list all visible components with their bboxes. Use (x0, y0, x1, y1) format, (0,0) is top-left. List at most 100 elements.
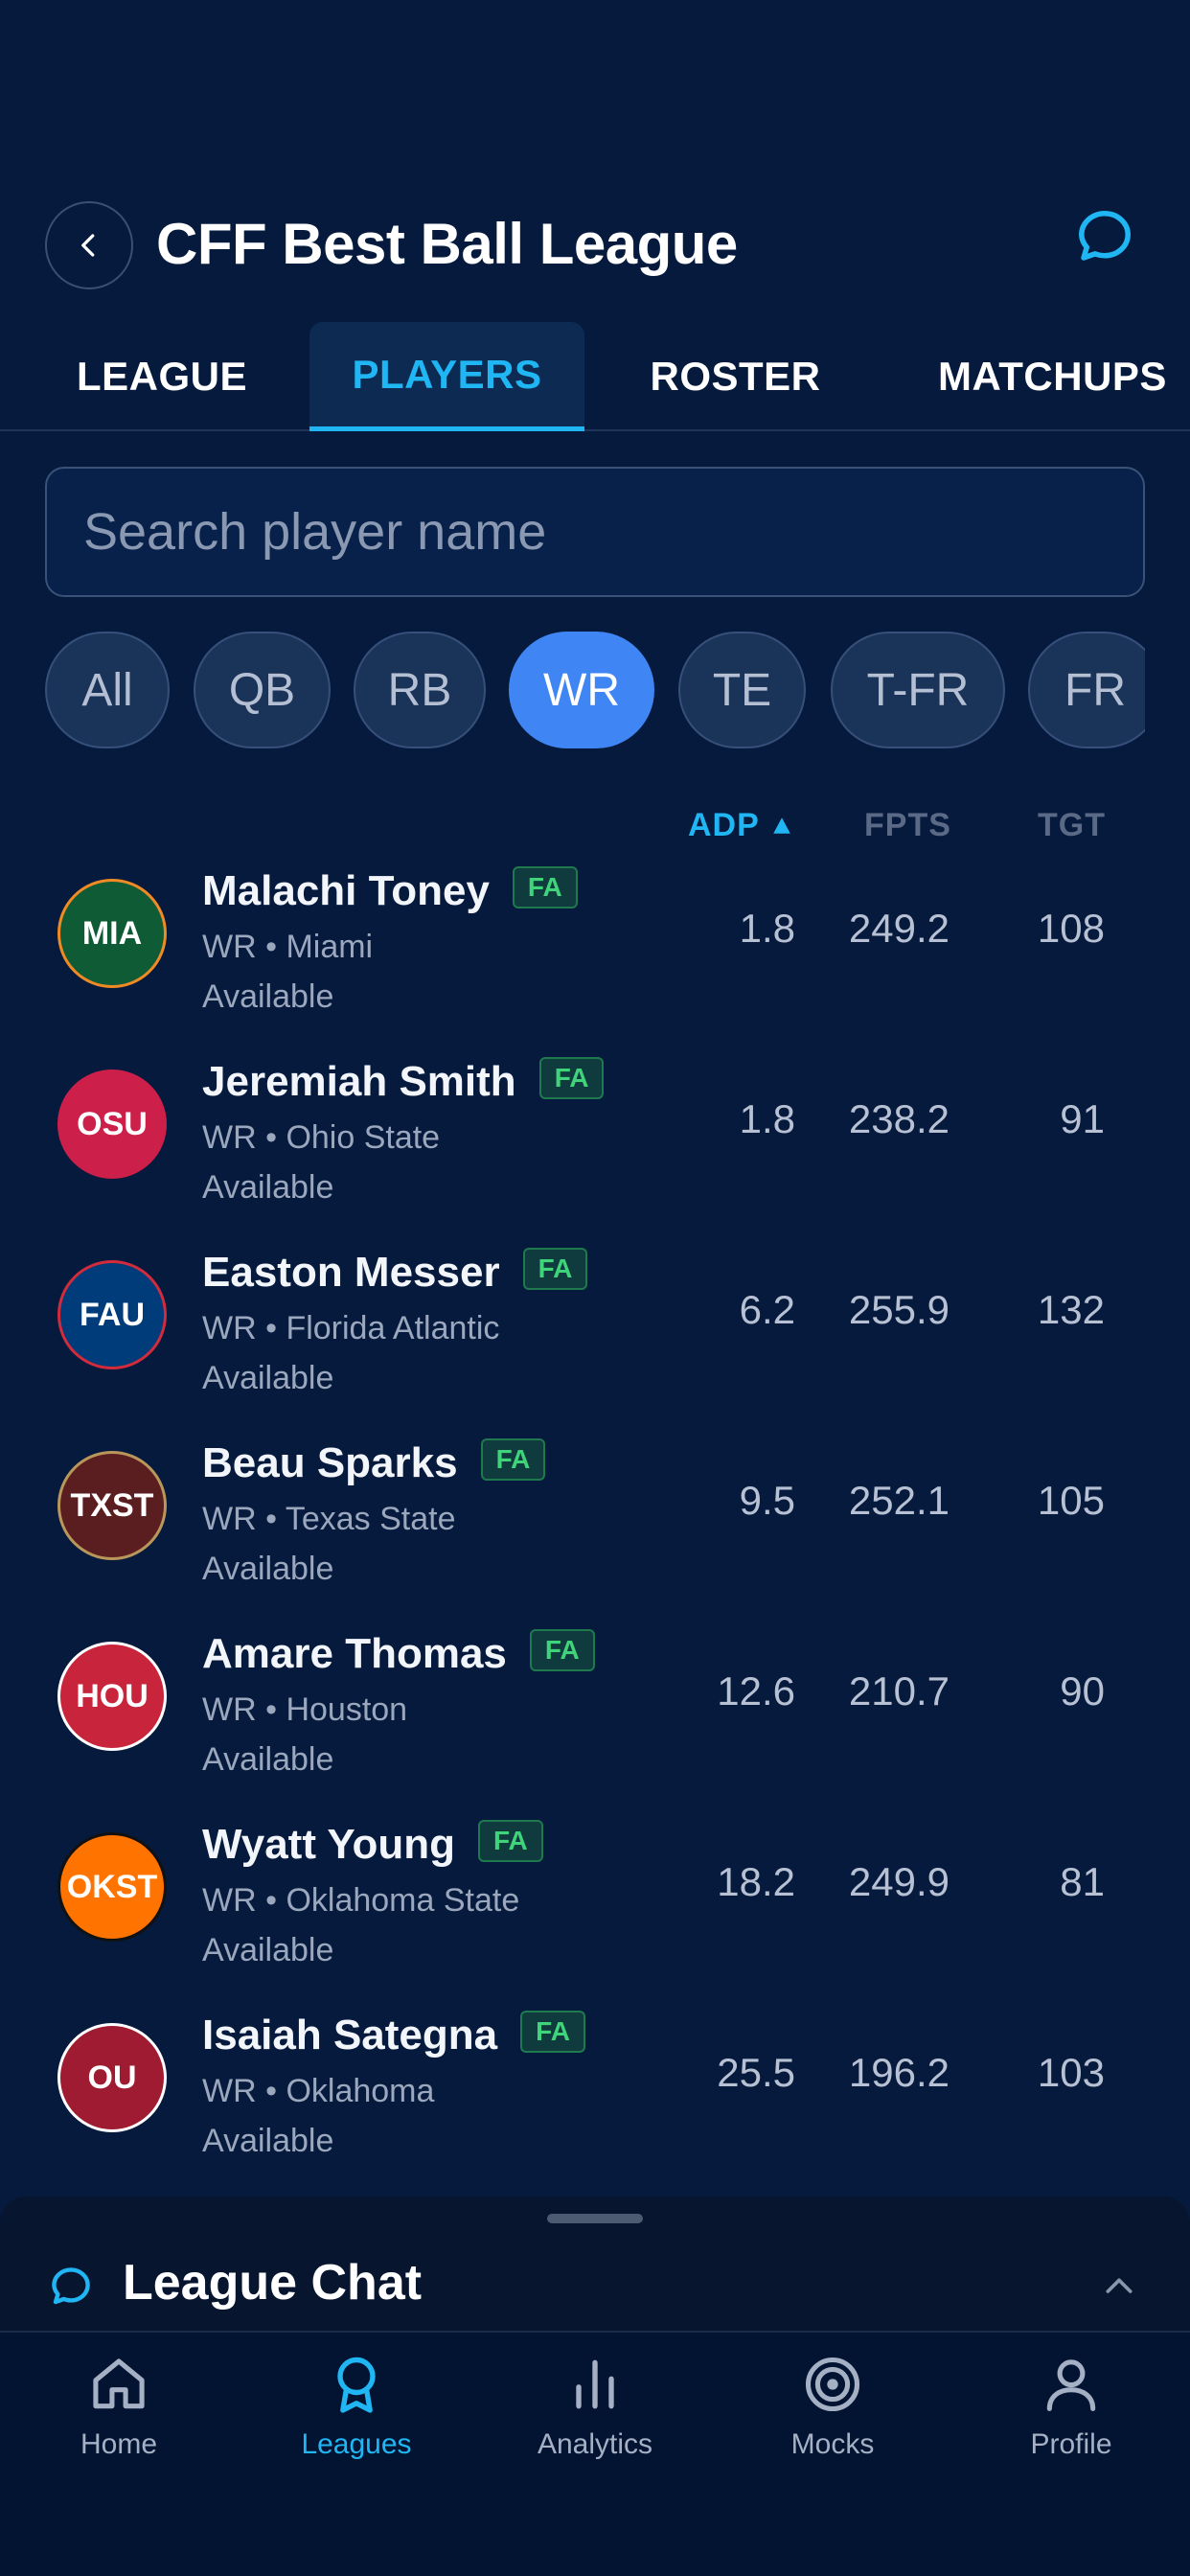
stat-adp: 12.6 (717, 1668, 795, 1714)
player-position-team: WR • Oklahoma (202, 2073, 435, 2109)
player-position-team: WR • Florida Atlantic (202, 1310, 500, 1346)
app-root: CFF Best Ball League LEAGUE PLAYERS ROST… (0, 0, 1190, 2576)
stat-tgt: 81 (1060, 1859, 1105, 1904)
tab-matchups[interactable]: MATCHUPS (915, 322, 1190, 431)
stat-tgt: 91 (1060, 1096, 1105, 1141)
column-header-tgt[interactable]: TGT (1038, 807, 1106, 844)
stat-adp: 6.2 (739, 1287, 795, 1332)
stat-adp: 25.5 (717, 2050, 795, 2095)
tab-roster[interactable]: ROSTER (632, 322, 838, 431)
free-agent-badge: FA (522, 1248, 588, 1291)
player-status: Available (202, 1932, 334, 1968)
nav-label-home: Home (80, 2428, 158, 2460)
league-chat-title: League Chat (123, 2255, 423, 2311)
sort-ascending-icon (772, 816, 790, 834)
chat-bubble-icon (52, 2267, 90, 2305)
player-name-line: Malachi Toney FA (202, 866, 578, 915)
chevron-left-icon (81, 234, 95, 257)
free-agent-badge: FA (480, 1438, 546, 1482)
player-status: Available (202, 1551, 334, 1587)
stat-adp: 1.8 (739, 1096, 795, 1141)
team-logo: OSU (57, 1070, 167, 1179)
player-status: Available (202, 1169, 334, 1206)
bottom-nav: Home Leagues Analytics Mocks Profile (0, 2331, 1190, 2576)
home-icon (93, 2358, 145, 2409)
team-logo: TXST (57, 1451, 167, 1560)
team-logo: FAU (57, 1260, 167, 1369)
stat-fpts: 210.7 (848, 1668, 950, 1714)
chip-wr[interactable]: WR (509, 632, 654, 748)
player-row[interactable]: OKST Wyatt Young FA WR • Oklahoma State A… (0, 1809, 1190, 2000)
stat-fpts: 238.2 (848, 1096, 950, 1141)
chevron-up-icon[interactable] (1100, 2267, 1138, 2306)
page-title: CFF Best Ball League (156, 212, 738, 276)
player-name: Beau Sparks (202, 1439, 458, 1486)
chip-rb[interactable]: RB (354, 632, 486, 748)
stat-tgt: 132 (1037, 1287, 1105, 1332)
chip-all[interactable]: All (45, 632, 170, 748)
back-button[interactable] (45, 201, 133, 289)
player-name-line: Jeremiah Smith FA (202, 1057, 605, 1106)
tab-bar: LEAGUE PLAYERS ROSTER MATCHUPS (0, 322, 1190, 431)
chat-bubble-icon[interactable] (1073, 205, 1136, 268)
stat-tgt: 90 (1060, 1668, 1105, 1714)
stat-tgt: 108 (1037, 906, 1105, 951)
player-position-team: WR • Houston (202, 1691, 408, 1728)
stat-fpts: 252.1 (848, 1478, 950, 1523)
stat-fpts: 249.9 (848, 1859, 950, 1904)
player-name: Wyatt Young (202, 1821, 455, 1868)
nav-label-profile: Profile (1030, 2428, 1112, 2460)
nav-home[interactable]: Home (23, 2352, 215, 2505)
chip-t-fr[interactable]: T-FR (831, 632, 1005, 748)
chip-fr[interactable]: FR (1028, 632, 1145, 748)
player-name-line: Beau Sparks FA (202, 1438, 546, 1487)
stat-adp: 9.5 (739, 1478, 795, 1523)
player-row[interactable]: TXST Beau Sparks FA WR • Texas State Avai… (0, 1428, 1190, 1619)
nav-leagues[interactable]: Leagues (261, 2352, 452, 2505)
free-agent-badge: FA (512, 866, 578, 909)
player-name: Malachi Toney (202, 867, 490, 914)
stat-fpts: 249.2 (848, 906, 950, 951)
chip-qb[interactable]: QB (194, 632, 331, 748)
stat-tgt: 103 (1037, 2050, 1105, 2095)
player-row[interactable]: FAU Easton Messer FA WR • Florida Atlanti… (0, 1237, 1190, 1428)
player-status: Available (202, 978, 334, 1015)
player-position-team: WR • Oklahoma State (202, 1882, 520, 1919)
column-header-fpts[interactable]: FPTS (864, 807, 951, 844)
nav-analytics[interactable]: Analytics (499, 2352, 691, 2505)
user-icon (1046, 2359, 1096, 2412)
free-agent-badge: FA (520, 2011, 585, 2054)
search-input[interactable] (47, 469, 1143, 595)
tab-players[interactable]: PLAYERS (309, 322, 584, 431)
player-position-team: WR • Texas State (202, 1501, 456, 1537)
player-name: Jeremiah Smith (202, 1058, 516, 1105)
nav-profile[interactable]: Profile (975, 2352, 1167, 2505)
chip-te[interactable]: TE (678, 632, 806, 748)
tab-league[interactable]: LEAGUE (57, 322, 266, 431)
column-header-adp[interactable]: ADP (688, 807, 792, 844)
stat-fpts: 196.2 (848, 2050, 950, 2095)
free-agent-badge: FA (538, 1057, 605, 1100)
player-row[interactable]: OSU Jeremiah Smith FA WR • Ohio State Ava… (0, 1046, 1190, 1237)
nav-label-analytics: Analytics (537, 2428, 653, 2460)
free-agent-badge: FA (478, 1820, 543, 1863)
award-icon (337, 2357, 376, 2413)
team-logo: OKST (57, 1832, 167, 1942)
stat-adp: 18.2 (717, 1859, 795, 1904)
player-row[interactable]: HOU Amare Thomas FA WR • Houston Availabl… (0, 1619, 1190, 1809)
player-status: Available (202, 1741, 334, 1778)
drag-handle[interactable] (547, 2214, 643, 2223)
stat-fpts: 255.9 (848, 1287, 950, 1332)
header: CFF Best Ball League (0, 192, 1190, 299)
stat-tgt: 105 (1037, 1478, 1105, 1523)
player-status: Available (202, 2123, 334, 2159)
player-position-team: WR • Miami (202, 929, 374, 965)
player-name: Amare Thomas (202, 1630, 507, 1677)
column-label-adp: ADP (688, 807, 760, 843)
player-row[interactable]: OU Isaiah Sategna FA WR • Oklahoma Availa… (0, 2000, 1190, 2191)
nav-mocks[interactable]: Mocks (737, 2352, 928, 2505)
player-name-line: Easton Messer FA (202, 1248, 588, 1297)
player-row[interactable]: MIA Malachi Toney FA WR • Miami Available… (0, 856, 1190, 1046)
league-chat-panel[interactable]: League Chat (0, 2196, 1190, 2331)
target-icon (805, 2357, 860, 2412)
